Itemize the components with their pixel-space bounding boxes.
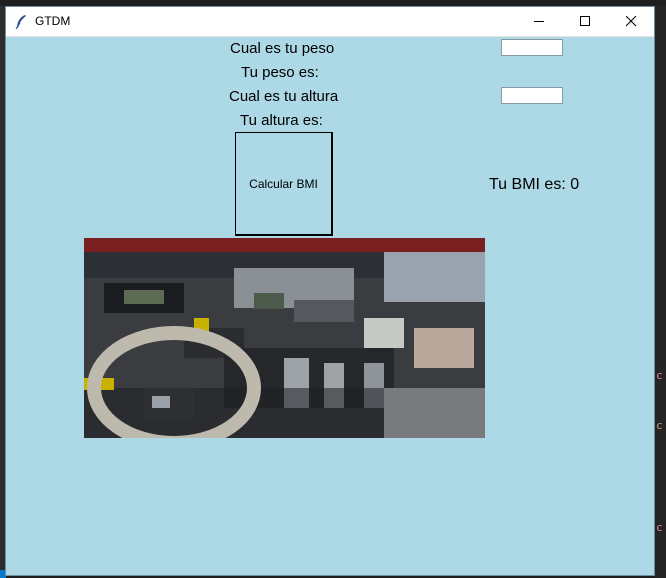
maximize-button[interactable] [562,7,608,36]
maximize-icon [579,16,590,26]
altura-input[interactable] [501,87,563,104]
minimize-button[interactable] [516,7,562,36]
altura-label: Cual es tu altura [229,88,339,105]
altura-result-label: Tu altura es: [240,112,323,129]
background-editor-right: c c c [655,6,666,578]
feather-icon [15,15,26,30]
title-bar[interactable]: GTDM [6,7,654,37]
vehicle-dashboard-photo [84,238,485,438]
peso-result-label: Tu peso es: [241,64,319,81]
window-title: GTDM [35,14,71,28]
minimize-icon [533,21,544,22]
app-window: GTDM Cual es tu peso Tu peso es: Cual es… [5,6,655,576]
background-code-glyph: c [656,521,663,534]
peso-input[interactable] [501,39,563,56]
background-code-glyph: c [656,419,663,432]
close-icon [625,16,636,27]
calcular-bmi-button[interactable]: Calcular BMI [235,132,333,236]
background-code-glyph: c [656,369,663,382]
bmi-result: Tu BMI es: 0 [489,176,580,193]
peso-label: Cual es tu peso [230,40,335,57]
close-button[interactable] [608,7,654,36]
